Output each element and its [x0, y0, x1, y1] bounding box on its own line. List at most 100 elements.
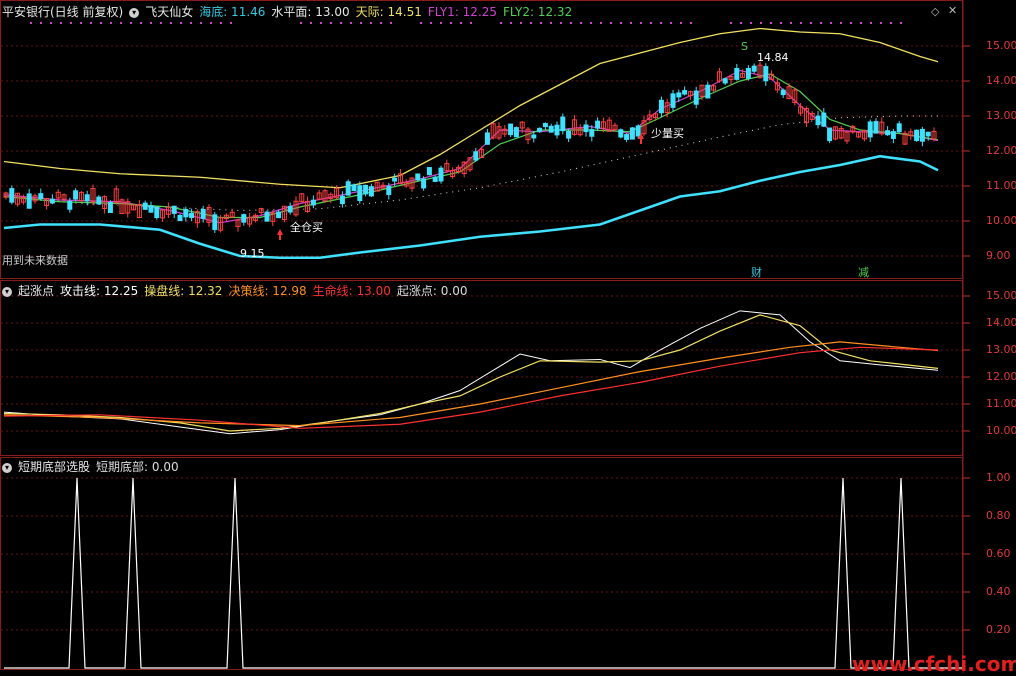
signal-dot: [440, 22, 442, 24]
mid-value-1: 操盘线: 12.32: [144, 284, 223, 298]
candle-body: [919, 128, 925, 142]
main-tick-label: 15.00: [986, 39, 1016, 52]
life-line: [3, 346, 939, 429]
candle-body: [392, 177, 398, 182]
candle-body: [96, 196, 102, 205]
chevron-down-icon[interactable]: ▾: [129, 7, 140, 18]
mid-tick-label: 13.00: [986, 343, 1016, 356]
signal-dot: [630, 22, 632, 24]
signal-dot: [550, 22, 552, 24]
main-indicator-lines: [3, 27, 939, 260]
candle-body: [751, 65, 757, 72]
signal-dot: [110, 22, 112, 24]
signal-dot: [770, 22, 772, 24]
reduce-mark: 减: [858, 266, 869, 279]
stock-title[interactable]: 平安银行(日线 前复权): [2, 5, 123, 19]
main-tick-label: 9.00: [986, 249, 1011, 262]
candle-body: [896, 123, 902, 133]
candle-body: [821, 112, 827, 127]
signal-dot: [880, 22, 882, 24]
candle-body: [583, 124, 589, 133]
signal-dot: [870, 22, 872, 24]
signal-dot: [80, 22, 82, 24]
signal-dot: [30, 22, 32, 24]
signal-dot: [180, 22, 182, 24]
signal-dot: [580, 22, 582, 24]
signal-dot: [500, 22, 502, 24]
signal-dot: [650, 22, 652, 24]
signal-dot: [210, 22, 212, 24]
bottom-signal-line: [4, 477, 962, 669]
mid-indicator-name[interactable]: 起涨点: [18, 284, 54, 298]
candle-body: [73, 190, 79, 200]
signal-dot: [520, 22, 522, 24]
bottom-tick-label: 1.00: [986, 471, 1011, 484]
buy-small-label: 少量买: [651, 127, 684, 140]
signal-dot: [460, 22, 462, 24]
candle-body: [890, 131, 896, 139]
bottom-value-0: 短期底部: 0.00: [96, 460, 179, 474]
signal-dot: [690, 22, 692, 24]
candle-body: [624, 134, 630, 140]
main-value-4: FLY2: 12.32: [503, 5, 573, 19]
bottom-panel-header: ▾ 短期底部选股 短期底部: 0.00: [2, 458, 191, 476]
candle-body: [386, 185, 392, 195]
candle-body: [154, 206, 160, 219]
diamond-icon[interactable]: ◇: [931, 5, 939, 18]
signal-dot: [510, 22, 512, 24]
signal-dot: [560, 22, 562, 24]
signal-dot: [740, 22, 742, 24]
close-icon[interactable]: ✕: [948, 4, 957, 17]
signal-dot: [160, 22, 162, 24]
candle-body: [885, 130, 891, 136]
candle-body: [542, 123, 548, 128]
signal-dot: [100, 22, 102, 24]
attack-line: [3, 310, 939, 435]
signal-dot: [140, 22, 142, 24]
candle-body: [363, 184, 369, 195]
candle-body: [142, 202, 148, 210]
bottom-indicator-name[interactable]: 短期底部选股: [18, 460, 90, 474]
candle-body: [484, 132, 490, 145]
candle-body: [84, 194, 90, 202]
signal-dot: [190, 22, 192, 24]
buy-arrow-icon: [277, 229, 283, 240]
candle-body: [276, 211, 282, 219]
candle-body: [618, 129, 624, 138]
candle-body: [339, 195, 345, 205]
bottom-indicator-values: 短期底部: 0.00: [96, 460, 185, 474]
signal-dot: [760, 22, 762, 24]
signal-dot: [60, 22, 62, 24]
indicator-name[interactable]: 飞天仙女: [145, 5, 193, 19]
signal-dot: [120, 22, 122, 24]
candle-body: [67, 200, 73, 210]
candle-body: [589, 129, 595, 137]
signal-dot: [360, 22, 362, 24]
signal-dot: [50, 22, 52, 24]
signal-dot: [800, 22, 802, 24]
grid-lines: [1, 45, 962, 631]
candle-body: [745, 68, 751, 79]
candle-body: [310, 199, 316, 206]
signal-dot: [340, 22, 342, 24]
candle-body: [212, 214, 218, 231]
axis-ticks: [963, 45, 970, 631]
candle-body: [670, 93, 676, 108]
candle-body: [368, 186, 374, 197]
signal-dot: [860, 22, 862, 24]
signal-dot: [150, 22, 152, 24]
signal-dot: [330, 22, 332, 24]
chevron-down-icon[interactable]: ▾: [2, 462, 12, 473]
chevron-down-icon[interactable]: ▾: [2, 286, 12, 297]
bottom-panel-border: [0, 457, 963, 670]
signal-dot: [370, 22, 372, 24]
candle-body: [9, 188, 15, 203]
signal-dot: [430, 22, 432, 24]
signal-dot: [540, 22, 542, 24]
bottom-tick-label: 0.60: [986, 547, 1011, 560]
middle-dotted-line: [3, 115, 938, 212]
candle-body: [426, 167, 432, 176]
signal-dot: [780, 22, 782, 24]
signal-dot: [890, 22, 892, 24]
mid-indicator-lines: [3, 310, 939, 435]
